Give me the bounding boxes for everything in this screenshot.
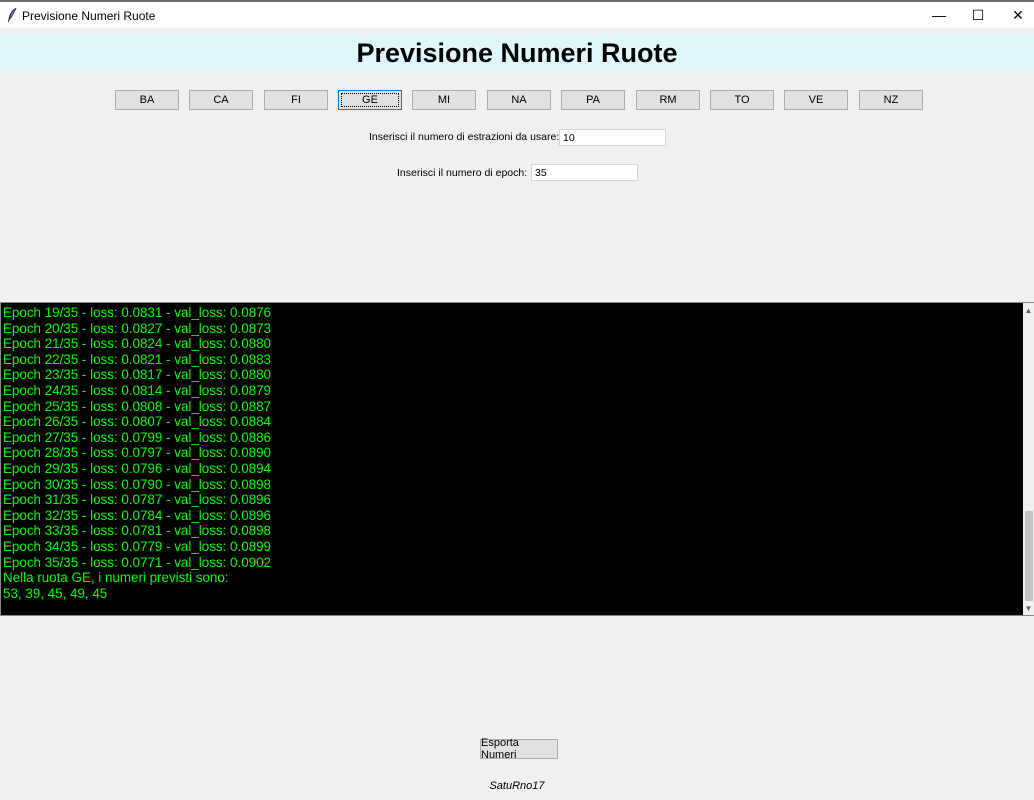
feather-icon — [8, 7, 17, 22]
console-line: Epoch 26/35 - loss: 0.0807 - val_loss: 0… — [3, 414, 271, 430]
header-band: Previsione Numeri Ruote — [0, 34, 1034, 72]
wheel-button-ge[interactable]: GE — [338, 90, 402, 110]
author-credit: SatuRno17 — [489, 780, 545, 792]
epochs-label: Inserisci il numero di epoch: — [397, 167, 528, 179]
scroll-thumb[interactable] — [1025, 511, 1033, 601]
console-text: Epoch 19/35 - loss: 0.0831 - val_loss: 0… — [3, 305, 1021, 613]
extractions-label: Inserisci il numero di estrazioni da usa… — [369, 131, 560, 143]
console-line: Epoch 35/35 - loss: 0.0771 - val_loss: 0… — [3, 554, 271, 570]
export-numbers-button[interactable]: Esporta Numeri — [480, 737, 558, 761]
console-line: Nella ruota GE, i numeri previsti sono: — [3, 570, 229, 586]
wheel-button-to[interactable]: TO — [710, 90, 774, 110]
wheel-button-ve[interactable]: VE — [784, 90, 848, 110]
console-line: Epoch 28/35 - loss: 0.0797 - val_loss: 0… — [3, 445, 271, 461]
training-log-console[interactable]: Epoch 19/35 - loss: 0.0831 - val_loss: 0… — [0, 302, 1034, 616]
wheel-button-rm[interactable]: RM — [636, 90, 700, 110]
console-line: Epoch 20/35 - loss: 0.0827 - val_loss: 0… — [3, 320, 271, 336]
close-icon: ✕ — [1012, 6, 1024, 23]
console-line: Epoch 22/35 - loss: 0.0821 - val_loss: 0… — [3, 351, 271, 367]
console-line: Epoch 24/35 - loss: 0.0814 - val_loss: 0… — [3, 382, 271, 398]
scroll-down-arrow-icon[interactable]: ▼ — [1023, 601, 1034, 615]
console-line: Epoch 27/35 - loss: 0.0799 - val_loss: 0… — [3, 429, 271, 445]
epochs-input[interactable] — [531, 164, 638, 181]
console-line: Epoch 21/35 - loss: 0.0824 - val_loss: 0… — [3, 336, 271, 352]
console-line: Epoch 31/35 - loss: 0.0787 - val_loss: 0… — [3, 492, 271, 508]
console-line: Epoch 25/35 - loss: 0.0808 - val_loss: 0… — [3, 398, 271, 414]
console-line: Epoch 19/35 - loss: 0.0831 - val_loss: 0… — [3, 305, 271, 320]
extractions-input[interactable] — [559, 129, 666, 146]
console-line: Epoch 30/35 - loss: 0.0790 - val_loss: 0… — [3, 476, 271, 492]
console-line: Epoch 23/35 - loss: 0.0817 - val_loss: 0… — [3, 367, 271, 383]
wheel-button-mi[interactable]: MI — [412, 90, 476, 110]
console-line: Epoch 33/35 - loss: 0.0781 - val_loss: 0… — [3, 523, 271, 539]
window-titlebar[interactable]: Previsione Numeri Ruote — ☐ ✕ — [0, 0, 1034, 28]
maximize-icon: ☐ — [971, 6, 985, 23]
console-line: Epoch 32/35 - loss: 0.0784 - val_loss: 0… — [3, 507, 271, 523]
minimize-icon: — — [932, 7, 946, 23]
console-scrollbar[interactable]: ▲ ▼ — [1023, 303, 1034, 615]
console-line: 53, 39, 45, 49, 45 — [3, 585, 108, 601]
close-button[interactable]: ✕ — [995, 2, 1034, 28]
wheel-button-na[interactable]: NA — [487, 90, 551, 110]
scroll-up-arrow-icon[interactable]: ▲ — [1023, 303, 1034, 317]
wheel-button-ca[interactable]: CA — [189, 90, 253, 110]
console-line: Epoch 34/35 - loss: 0.0779 - val_loss: 0… — [3, 538, 271, 554]
wheel-button-ba[interactable]: BA — [115, 90, 179, 110]
window-title: Previsione Numeri Ruote — [22, 9, 156, 23]
page-title: Previsione Numeri Ruote — [356, 37, 678, 68]
wheel-button-fi[interactable]: FI — [264, 90, 328, 110]
console-line: Epoch 29/35 - loss: 0.0796 - val_loss: 0… — [3, 460, 271, 476]
wheel-button-nz[interactable]: NZ — [859, 90, 923, 110]
wheel-button-pa[interactable]: PA — [561, 90, 625, 110]
